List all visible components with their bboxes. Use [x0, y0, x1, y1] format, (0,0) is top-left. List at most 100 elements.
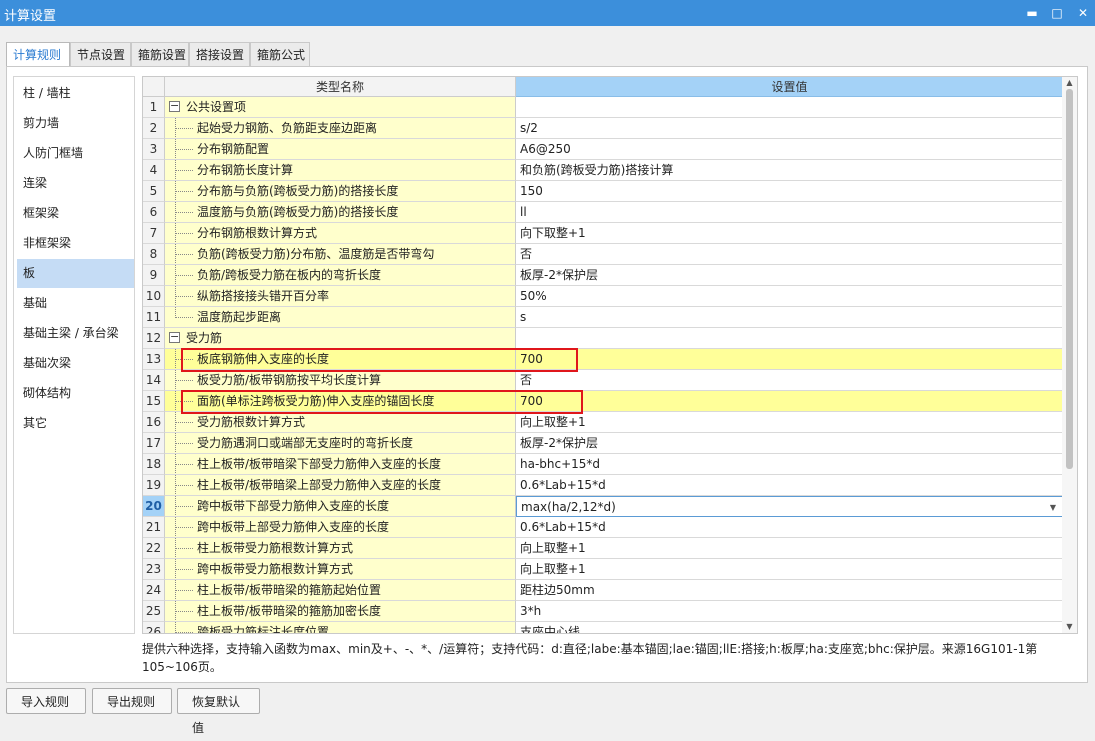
name-cell: 温度筋与负筋(跨板受力筋)的搭接长度 — [165, 202, 516, 223]
value-cell[interactable]: ll — [516, 202, 1063, 223]
value-cell[interactable]: 支座中心线 — [516, 622, 1063, 633]
category-item[interactable]: 连梁 — [17, 169, 134, 198]
tab-lap-settings[interactable]: 搭接设置 — [189, 42, 250, 66]
export-rules-button[interactable]: 导出规则 — [92, 688, 172, 714]
value-cell[interactable]: 700 — [516, 349, 1063, 370]
row-number: 3 — [143, 139, 165, 160]
close-icon[interactable]: ✕ — [1072, 3, 1094, 23]
category-item[interactable]: 框架梁 — [17, 199, 134, 228]
name-cell: 柱上板带/板带暗梁的箍筋加密长度 — [165, 601, 516, 622]
table-row[interactable]: 24 柱上板带/板带暗梁的箍筋起始位置 距柱边50mm — [143, 580, 1063, 601]
value-cell[interactable]: 距柱边50mm — [516, 580, 1063, 601]
table-row[interactable]: 18 柱上板带/板带暗梁下部受力筋伸入支座的长度 ha-bhc+15*d — [143, 454, 1063, 475]
value-cell[interactable]: 否 — [516, 370, 1063, 391]
value-dropdown[interactable]: max(ha/2,12*d) ▼ — [516, 496, 1063, 517]
tab-calc-rules[interactable]: 计算规则 — [6, 42, 70, 68]
minimize-icon[interactable]: ▬ — [1021, 3, 1043, 23]
dropdown-arrow-icon[interactable]: ▼ — [1050, 497, 1056, 516]
tree-line — [175, 380, 193, 381]
table-row[interactable]: 16 受力筋根数计算方式 向上取整+1 — [143, 412, 1063, 433]
table-row[interactable]: 5 分布筋与负筋(跨板受力筋)的搭接长度 150 — [143, 181, 1063, 202]
value-cell[interactable]: 0.6*Lab+15*d — [516, 517, 1063, 538]
value-cell[interactable]: 和负筋(跨板受力筋)搭接计算 — [516, 160, 1063, 181]
scroll-down-icon[interactable]: ▼ — [1062, 621, 1077, 633]
category-item[interactable]: 其它 — [17, 409, 134, 438]
value-cell[interactable] — [516, 328, 1063, 349]
value-cell[interactable]: ha-bhc+15*d — [516, 454, 1063, 475]
name-label: 负筋(跨板受力筋)分布筋、温度筋是否带弯勾 — [197, 247, 435, 261]
category-item[interactable]: 人防门框墙 — [17, 139, 134, 168]
scrollbar-thumb[interactable] — [1066, 89, 1073, 469]
table-row[interactable]: 20 跨中板带下部受力筋伸入支座的长度 max(ha/2,12*d) ▼ — [143, 496, 1063, 517]
name-label: 纵筋搭接接头错开百分率 — [197, 289, 330, 303]
scroll-up-icon[interactable]: ▲ — [1062, 77, 1077, 89]
name-cell: 跨中板带上部受力筋伸入支座的长度 — [165, 517, 516, 538]
restore-defaults-button[interactable]: 恢复默认值 — [177, 688, 260, 735]
value-label: 向上取整+1 — [520, 541, 586, 555]
name-cell: 分布钢筋长度计算 — [165, 160, 516, 181]
tab-stirrup-settings[interactable]: 箍筋设置 — [131, 42, 189, 66]
tree-line — [175, 191, 193, 192]
table-row[interactable]: 4 分布钢筋长度计算 和负筋(跨板受力筋)搭接计算 — [143, 160, 1063, 181]
collapse-icon[interactable]: − — [169, 331, 180, 343]
row-number: 23 — [143, 559, 165, 580]
value-cell[interactable]: 50% — [516, 286, 1063, 307]
import-rules-button[interactable]: 导入规则 — [6, 688, 86, 714]
category-item[interactable]: 柱 / 墙柱 — [17, 79, 134, 108]
group-row[interactable]: 12− 受力筋 — [143, 328, 1063, 349]
table-row[interactable]: 8 负筋(跨板受力筋)分布筋、温度筋是否带弯勾 否 — [143, 244, 1063, 265]
value-cell[interactable]: 向下取整+1 — [516, 223, 1063, 244]
value-cell[interactable]: 板厚-2*保护层 — [516, 265, 1063, 286]
tree-line — [175, 464, 193, 465]
value-cell[interactable]: 板厚-2*保护层 — [516, 433, 1063, 454]
value-cell[interactable]: 3*h — [516, 601, 1063, 622]
category-item[interactable]: 基础 — [17, 289, 134, 318]
collapse-icon[interactable]: − — [169, 100, 180, 112]
value-label: 向上取整+1 — [520, 562, 586, 576]
table-row[interactable]: 11 温度筋起步距离 s — [143, 307, 1063, 328]
table-row[interactable]: 2 起始受力钢筋、负筋距支座边距离 s/2 — [143, 118, 1063, 139]
table-row[interactable]: 19 柱上板带/板带暗梁上部受力筋伸入支座的长度 0.6*Lab+15*d — [143, 475, 1063, 496]
table-row[interactable]: 14 板受力筋/板带钢筋按平均长度计算 否 — [143, 370, 1063, 391]
value-cell[interactable] — [516, 97, 1063, 118]
value-cell[interactable]: 0.6*Lab+15*d — [516, 475, 1063, 496]
table-row[interactable]: 25 柱上板带/板带暗梁的箍筋加密长度 3*h — [143, 601, 1063, 622]
tree-line — [175, 590, 193, 591]
grid-scrollbar[interactable]: ▲ ▼ — [1062, 77, 1077, 633]
category-item[interactable]: 砌体结构 — [17, 379, 134, 408]
name-cell: 温度筋起步距离 — [165, 307, 516, 328]
table-row[interactable]: 26 跨板受力筋标注长度位置 支座中心线 — [143, 622, 1063, 633]
table-row[interactable]: 21 跨中板带上部受力筋伸入支座的长度 0.6*Lab+15*d — [143, 517, 1063, 538]
table-row[interactable]: 9 负筋/跨板受力筋在板内的弯折长度 板厚-2*保护层 — [143, 265, 1063, 286]
category-item[interactable]: 基础次梁 — [17, 349, 134, 378]
table-row[interactable]: 10 纵筋搭接接头错开百分率 50% — [143, 286, 1063, 307]
table-row[interactable]: 6 温度筋与负筋(跨板受力筋)的搭接长度 ll — [143, 202, 1063, 223]
value-cell[interactable]: 150 — [516, 181, 1063, 202]
maximize-icon[interactable]: □ — [1046, 3, 1068, 23]
value-cell[interactable]: 向上取整+1 — [516, 412, 1063, 433]
value-cell[interactable]: A6@250 — [516, 139, 1063, 160]
value-cell[interactable]: 向上取整+1 — [516, 538, 1063, 559]
category-item[interactable]: 基础主梁 / 承台梁 — [17, 319, 134, 348]
name-cell: 负筋(跨板受力筋)分布筋、温度筋是否带弯勾 — [165, 244, 516, 265]
value-cell[interactable]: s — [516, 307, 1063, 328]
table-row[interactable]: 17 受力筋遇洞口或端部无支座时的弯折长度 板厚-2*保护层 — [143, 433, 1063, 454]
name-label: 温度筋与负筋(跨板受力筋)的搭接长度 — [197, 205, 399, 219]
value-cell[interactable]: 否 — [516, 244, 1063, 265]
table-row[interactable]: 23 跨中板带受力筋根数计算方式 向上取整+1 — [143, 559, 1063, 580]
category-item[interactable]: 剪力墙 — [17, 109, 134, 138]
tab-node-settings[interactable]: 节点设置 — [70, 42, 131, 66]
category-item-selected[interactable]: 板 — [17, 259, 134, 288]
value-cell[interactable]: 向上取整+1 — [516, 559, 1063, 580]
value-cell[interactable]: s/2 — [516, 118, 1063, 139]
tab-stirrup-formula[interactable]: 箍筋公式 — [250, 42, 310, 66]
table-row[interactable]: 22 柱上板带受力筋根数计算方式 向上取整+1 — [143, 538, 1063, 559]
value-cell[interactable]: 700 — [516, 391, 1063, 412]
table-row[interactable]: 3 分布钢筋配置 A6@250 — [143, 139, 1063, 160]
category-item[interactable]: 非框架梁 — [17, 229, 134, 258]
name-label: 跨中板带受力筋根数计算方式 — [197, 562, 354, 576]
row-number: 22 — [143, 538, 165, 559]
table-row[interactable]: 7 分布钢筋根数计算方式 向下取整+1 — [143, 223, 1063, 244]
group-row[interactable]: 1− 公共设置项 — [143, 97, 1063, 118]
tree-line — [175, 254, 193, 255]
